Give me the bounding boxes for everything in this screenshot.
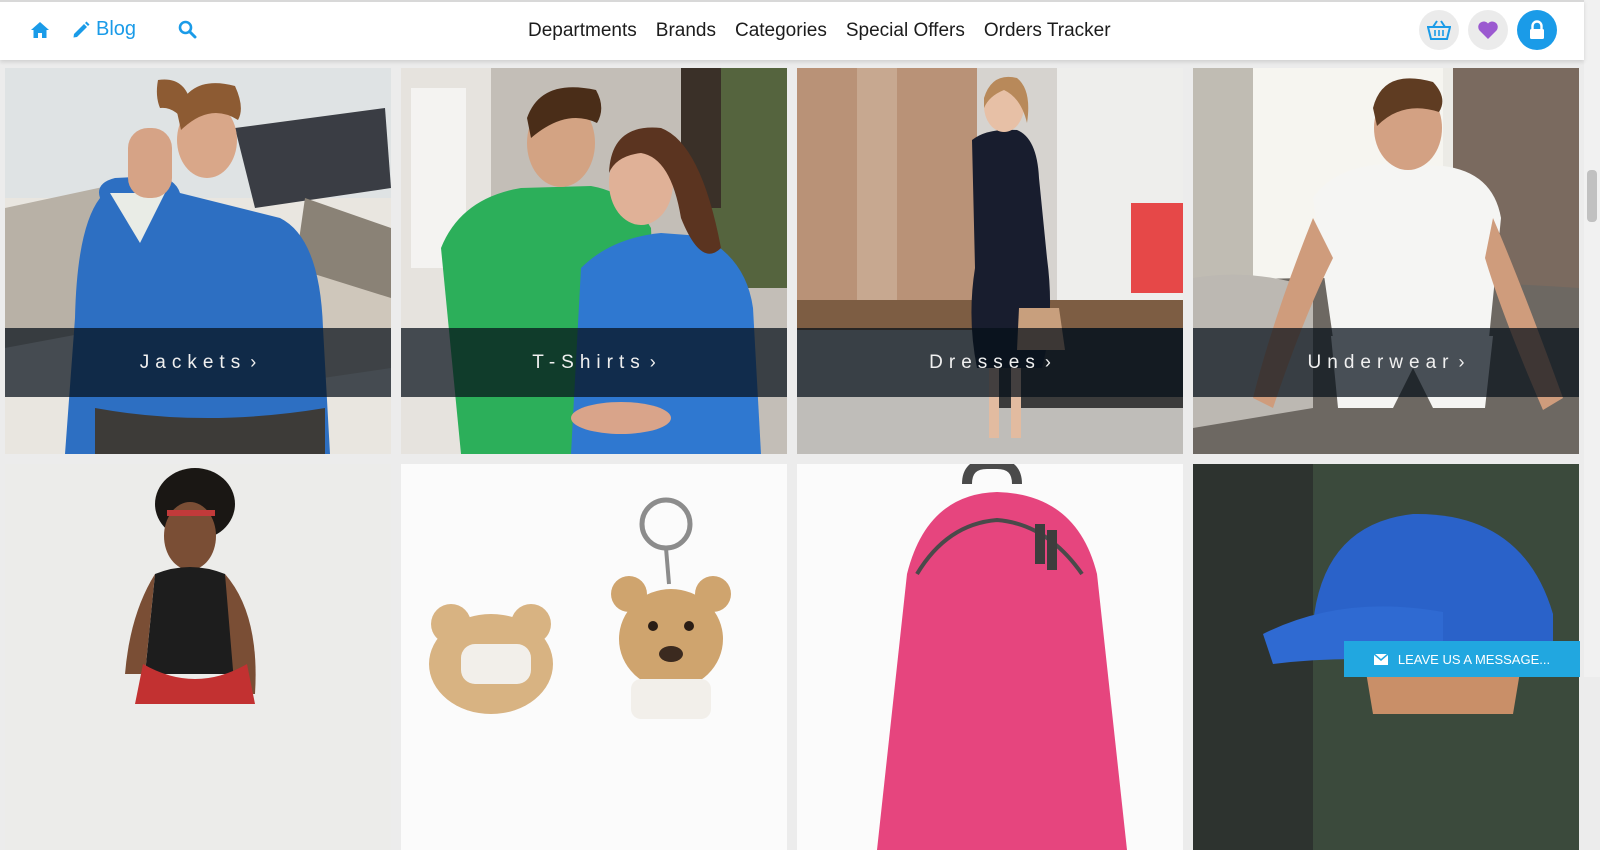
category-band: Underwear ›: [1193, 328, 1579, 397]
category-band: Dresses ›: [797, 328, 1183, 397]
nav-special-offers[interactable]: Special Offers: [846, 20, 965, 42]
category-grid: Jackets › T-Shirts › Dresses › Underwear…: [5, 68, 1580, 850]
wishlist-button[interactable]: [1468, 10, 1508, 50]
nav-departments[interactable]: Departments: [528, 20, 637, 42]
basket-icon: [1427, 20, 1451, 40]
search-icon: [178, 20, 197, 39]
nav-brands[interactable]: Brands: [656, 20, 716, 42]
heart-icon: [1478, 21, 1498, 39]
category-band: Jackets ›: [5, 328, 391, 397]
category-tile-jackets[interactable]: Jackets ›: [5, 68, 391, 454]
leave-message-button[interactable]: LEAVE US A MESSAGE...: [1344, 641, 1580, 677]
chevron-right-icon: ›: [1044, 352, 1051, 372]
chevron-right-icon: ›: [1458, 352, 1465, 372]
page-scrollbar[interactable]: [1584, 0, 1600, 677]
category-band: T-Shirts ›: [401, 328, 787, 397]
main-nav: Departments Brands Categories Special Of…: [528, 20, 1130, 42]
category-tile-accessories[interactable]: [401, 464, 787, 850]
category-tile-bags[interactable]: [797, 464, 1183, 850]
nav-categories[interactable]: Categories: [735, 20, 827, 42]
category-tile-dresses[interactable]: Dresses ›: [797, 68, 1183, 454]
accessories-photo: [401, 464, 787, 850]
category-tile-underwear[interactable]: Underwear ›: [1193, 68, 1579, 454]
scrollbar-thumb[interactable]: [1587, 170, 1597, 222]
search-button[interactable]: [178, 20, 197, 39]
lock-icon: [1530, 20, 1544, 39]
nav-left: Blog: [30, 18, 197, 41]
blog-label: Blog: [96, 18, 137, 40]
category-label: Jackets: [139, 351, 247, 373]
category-label: T-Shirts: [532, 351, 646, 373]
pencil-icon: [73, 21, 90, 37]
envelope-icon: [1373, 653, 1388, 665]
leave-message-label: LEAVE US A MESSAGE...: [1397, 651, 1551, 667]
category-label: Underwear: [1307, 351, 1455, 373]
blog-link[interactable]: Blog: [72, 18, 136, 41]
basket-button[interactable]: [1419, 10, 1459, 50]
chevron-right-icon: ›: [250, 352, 257, 372]
category-tile-sportswear[interactable]: [5, 464, 391, 850]
bags-photo: [797, 464, 1183, 850]
sportswear-photo: [5, 464, 391, 850]
nav-right: [1419, 10, 1566, 50]
category-label: Dresses: [929, 351, 1041, 373]
chevron-right-icon: ›: [649, 352, 656, 372]
nav-orders-tracker[interactable]: Orders Tracker: [984, 20, 1111, 42]
category-tile-t-shirts[interactable]: T-Shirts ›: [401, 68, 787, 454]
top-navigation-bar: Blog Departments Brands Categories Speci…: [0, 0, 1584, 60]
home-icon: [31, 21, 49, 38]
account-button[interactable]: [1517, 10, 1557, 50]
home-link[interactable]: [30, 21, 50, 39]
